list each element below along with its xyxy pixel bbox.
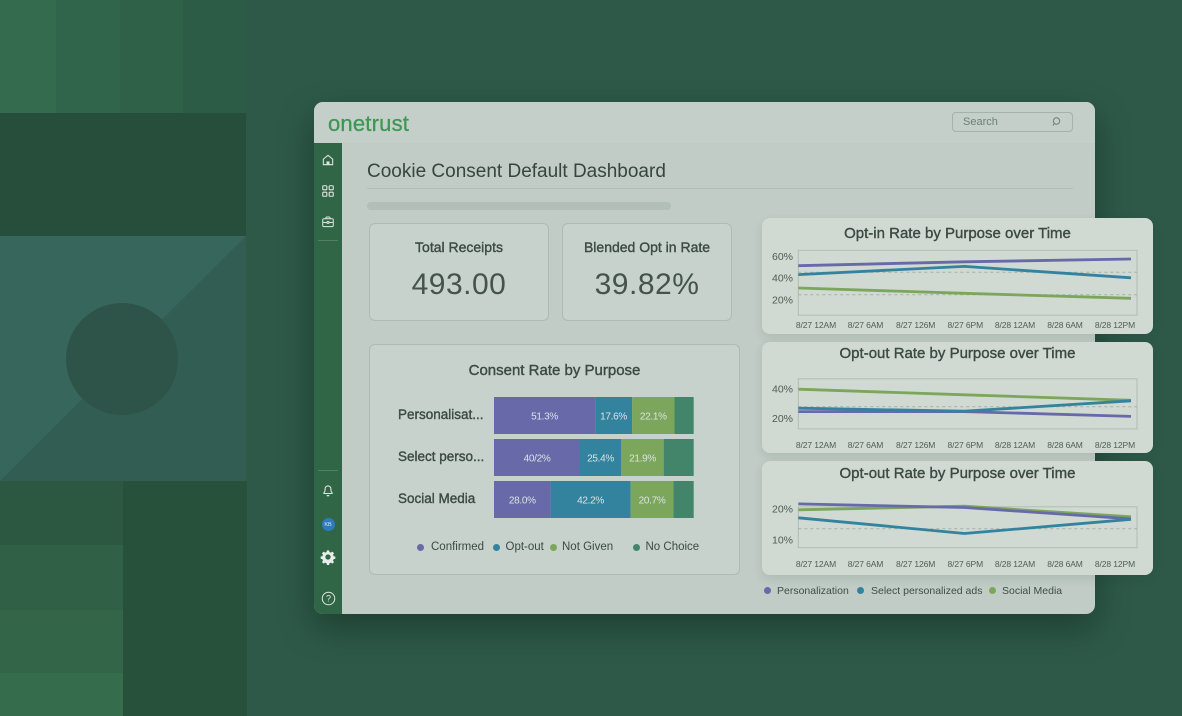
svg-text:40/2%: 40/2% bbox=[524, 454, 551, 465]
svg-text:40%: 40% bbox=[772, 384, 793, 396]
svg-text:20%: 20% bbox=[772, 295, 793, 307]
svg-text:8/27 6PM: 8/27 6PM bbox=[948, 559, 984, 569]
svg-text:22.1%: 22.1% bbox=[640, 412, 667, 423]
svg-text:20.7%: 20.7% bbox=[639, 496, 666, 507]
svg-text:25.4%: 25.4% bbox=[587, 454, 614, 465]
svg-text:8/27 6PM: 8/27 6PM bbox=[948, 440, 984, 450]
svg-text:8/28 12AM: 8/28 12AM bbox=[995, 559, 1035, 569]
svg-text:21.9%: 21.9% bbox=[629, 454, 656, 465]
svg-text:8/27 6PM: 8/27 6PM bbox=[948, 320, 984, 330]
svg-text:8/28 12PM: 8/28 12PM bbox=[1095, 320, 1135, 330]
svg-text:8/28 12AM: 8/28 12AM bbox=[995, 440, 1035, 450]
svg-text:40%: 40% bbox=[772, 273, 793, 285]
svg-text:8/28 6AM: 8/28 6AM bbox=[1047, 440, 1083, 450]
svg-text:8/27 12AM: 8/27 12AM bbox=[796, 559, 836, 569]
svg-text:20%: 20% bbox=[772, 413, 793, 425]
svg-text:8/27 6AM: 8/27 6AM bbox=[848, 440, 884, 450]
svg-text:17.6%: 17.6% bbox=[600, 412, 627, 423]
svg-text:?: ? bbox=[325, 593, 330, 603]
svg-text:60%: 60% bbox=[772, 251, 793, 263]
svg-text:51.3%: 51.3% bbox=[531, 412, 558, 423]
svg-text:8/27 12AM: 8/27 12AM bbox=[796, 320, 836, 330]
svg-text:8/28 12PM: 8/28 12PM bbox=[1095, 440, 1135, 450]
svg-text:28.0%: 28.0% bbox=[509, 496, 536, 507]
svg-text:10%: 10% bbox=[772, 535, 793, 547]
svg-text:8/27 126M: 8/27 126M bbox=[896, 320, 935, 330]
svg-text:20%: 20% bbox=[772, 504, 793, 516]
svg-text:8/27 126M: 8/27 126M bbox=[896, 559, 935, 569]
svg-text:8/28 6AM: 8/28 6AM bbox=[1047, 320, 1083, 330]
svg-text:8/27 6AM: 8/27 6AM bbox=[848, 559, 884, 569]
svg-text:42.2%: 42.2% bbox=[577, 496, 604, 507]
svg-text:8/28 6AM: 8/28 6AM bbox=[1047, 559, 1083, 569]
svg-text:8/27 6AM: 8/27 6AM bbox=[848, 320, 884, 330]
svg-text:8/28 12AM: 8/28 12AM bbox=[995, 320, 1035, 330]
svg-text:8/27 126M: 8/27 126M bbox=[896, 440, 935, 450]
svg-text:8/28 12PM: 8/28 12PM bbox=[1095, 559, 1135, 569]
svg-text:8/27 12AM: 8/27 12AM bbox=[796, 440, 836, 450]
